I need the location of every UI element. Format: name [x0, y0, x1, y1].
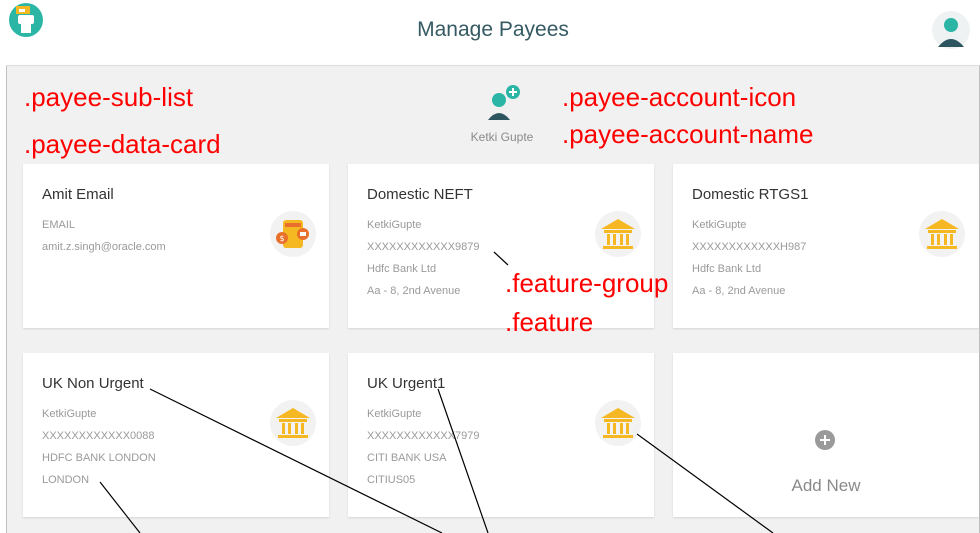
feature-group: EMAIL amit.z.singh@oracle.com [42, 219, 166, 263]
feature: EMAIL [42, 219, 76, 231]
payee-card-title: UK Urgent1 [367, 375, 446, 392]
feature-group: KetkiGupte XXXXXXXXXXXX7979 CITI BANK US… [367, 408, 480, 496]
payee-card-title: Amit Email [42, 186, 114, 203]
payee-account-icon[interactable] [486, 82, 522, 124]
feature: LONDON [42, 474, 90, 486]
bank-icon [270, 400, 316, 446]
payee-card[interactable]: UK Urgent1 KetkiGupte XXXXXXXXXXXX7979 C… [348, 353, 654, 517]
page-title: Manage Payees [417, 18, 569, 41]
bank-icon [919, 211, 965, 257]
feature: HDFC BANK LONDON [42, 452, 156, 464]
plus-circle-icon[interactable] [814, 429, 836, 451]
payee-card-title: Domestic RTGS1 [692, 186, 809, 203]
feature: Aa - 8, 2nd Avenue [692, 285, 786, 297]
annotation-feature-group: .feature-group [505, 268, 669, 298]
user-avatar-icon[interactable] [932, 9, 970, 51]
annotation-payee-account-name: .payee-account-name [562, 119, 814, 149]
feature: KetkiGupte [367, 408, 422, 420]
bank-icon [595, 400, 641, 446]
svg-text:$: $ [279, 234, 284, 243]
email-wallet-icon: $ [270, 211, 316, 257]
payee-card[interactable]: Domestic NEFT KetkiGupte XXXXXXXXXXXX987… [348, 164, 654, 328]
payee-account-name: Ketki Gupte [470, 130, 534, 144]
feature: XXXXXXXXXXXX0088 [42, 430, 155, 442]
feature: Hdfc Bank Ltd [367, 263, 437, 275]
feature-group: KetkiGupte XXXXXXXXXXXX9879 Hdfc Bank Lt… [367, 219, 480, 307]
feature-group: KetkiGupte XXXXXXXXXXXXH987 Hdfc Bank Lt… [692, 219, 806, 307]
feature: Aa - 8, 2nd Avenue [367, 285, 461, 297]
feature: XXXXXXXXXXXXH987 [692, 241, 807, 253]
feature: KetkiGupte [367, 219, 422, 231]
payee-card[interactable]: Amit Email EMAIL amit.z.singh@oracle.com… [23, 164, 329, 328]
feature: amit.z.singh@oracle.com [42, 241, 166, 253]
feature: CITIUS05 [367, 474, 416, 486]
feature: CITI BANK USA [367, 452, 447, 464]
feature: KetkiGupte [692, 219, 747, 231]
app-header: Manage Payees [6, 0, 980, 66]
annotation-payee-account-icon: .payee-account-icon [562, 82, 797, 112]
add-new-payee-card[interactable]: Add New [673, 353, 979, 517]
feature-group: KetkiGupte XXXXXXXXXXXX0088 HDFC BANK LO… [42, 408, 156, 496]
annotation-feature: .feature [505, 307, 594, 337]
feature: KetkiGupte [42, 408, 97, 420]
payee-card[interactable]: Domestic RTGS1 KetkiGupte XXXXXXXXXXXXH9… [673, 164, 979, 328]
annotation-payee-sub-list: .payee-sub-list [24, 82, 194, 112]
feature: Hdfc Bank Ltd [692, 263, 762, 275]
payee-card-title: UK Non Urgent [42, 375, 144, 392]
payee-card[interactable]: UK Non Urgent KetkiGupte XXXXXXXXXXXX008… [23, 353, 329, 517]
bank-icon [595, 211, 641, 257]
feature: XXXXXXXXXXXX9879 [367, 241, 480, 253]
feature: XXXXXXXXXXXX7979 [367, 430, 480, 442]
payee-card-title: Domestic NEFT [367, 186, 473, 203]
annotation-payee-data-card: .payee-data-card [24, 129, 221, 159]
add-new-label[interactable]: Add New [673, 476, 979, 496]
